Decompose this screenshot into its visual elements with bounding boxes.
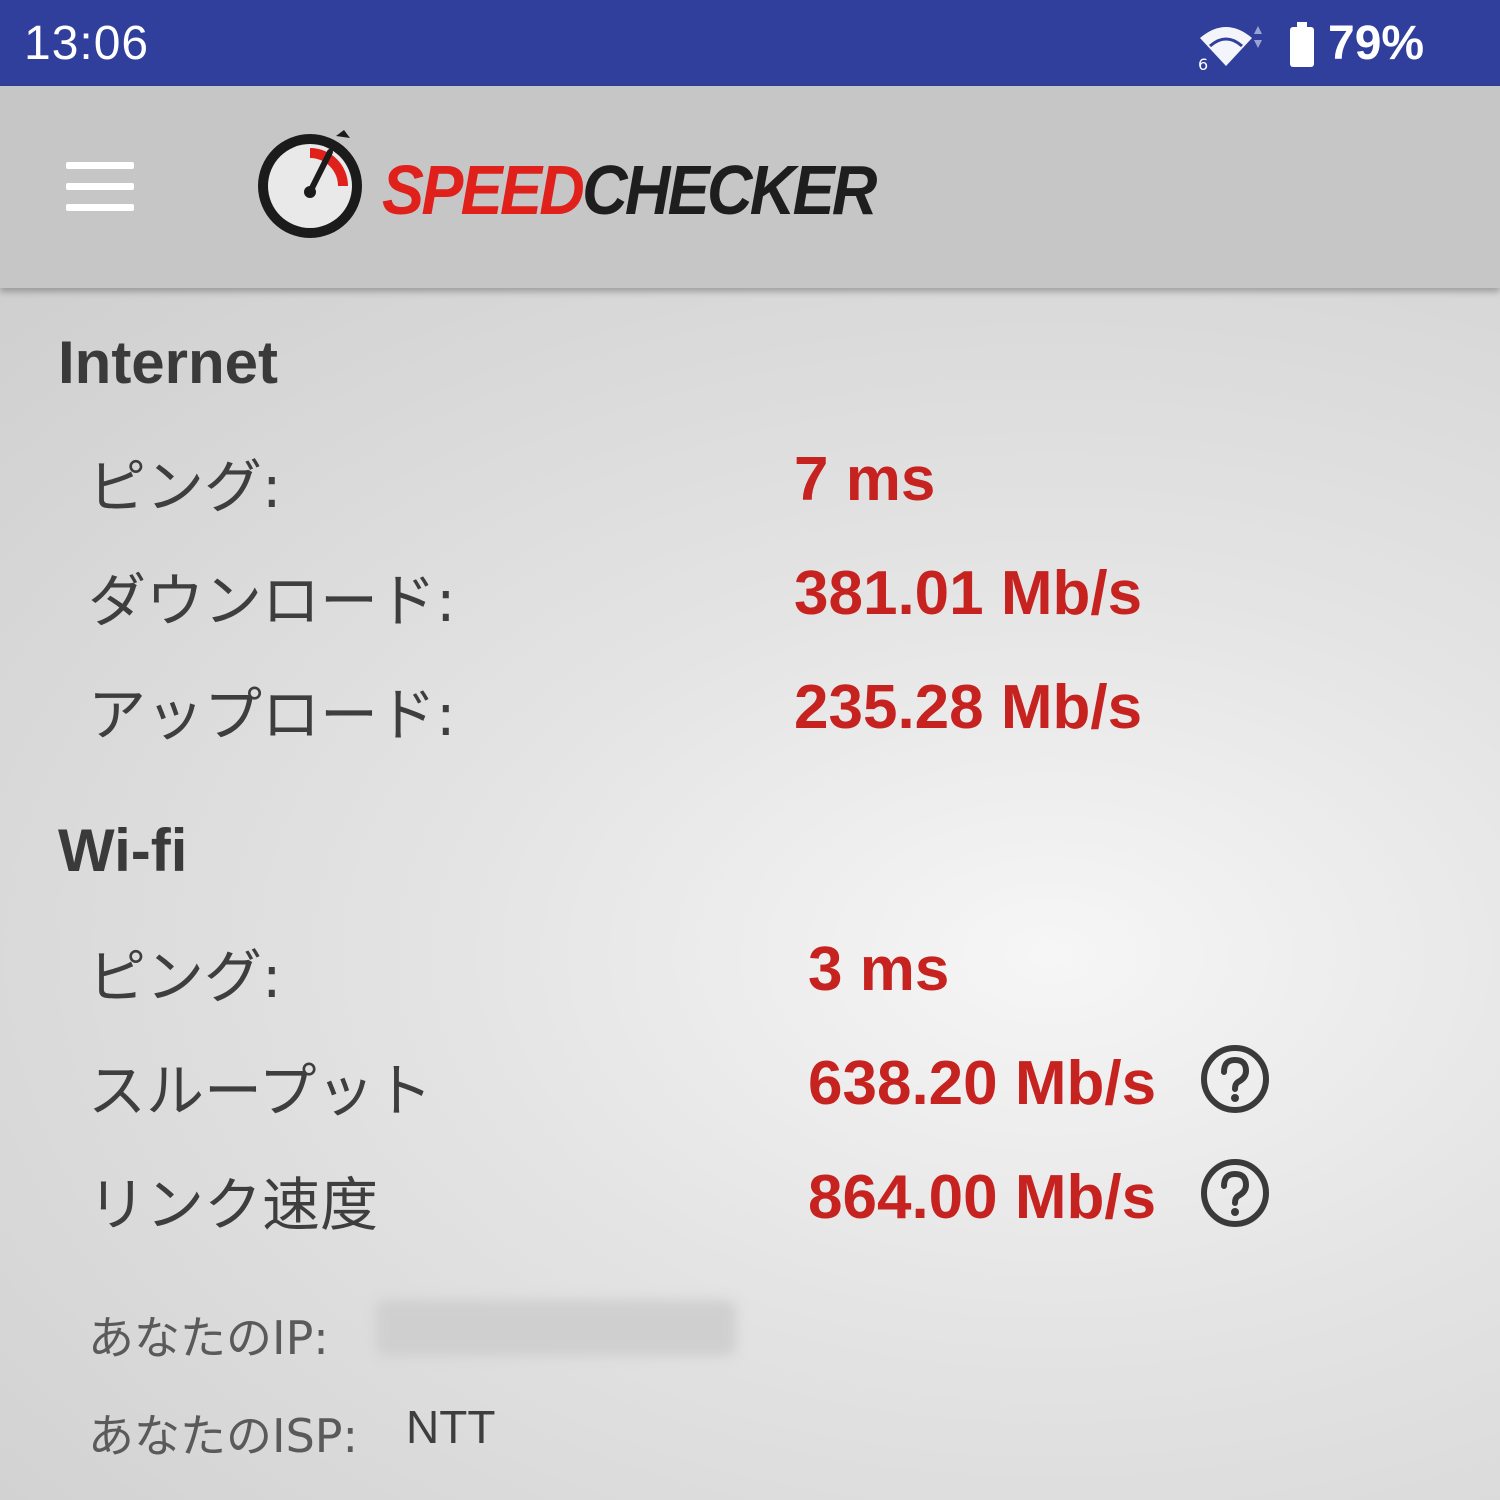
wifi-link-speed-value: 864.00 Mb/s [808, 1163, 1157, 1232]
logo-text-checker: CHECKER [582, 151, 877, 229]
hamburger-menu-icon[interactable] [60, 156, 140, 216]
throughput-help-icon[interactable] [1200, 1044, 1270, 1114]
logo-text-speed: SPEED [382, 151, 585, 229]
wifi-throughput-value: 638.20 Mb/s [808, 1049, 1157, 1118]
isp-label: あなたのISP: [88, 1409, 359, 1463]
battery-percent: 79% [1328, 17, 1425, 70]
speedometer-gauge-icon [258, 130, 362, 238]
logo-text: SPEEDCHECKER [382, 150, 877, 230]
wifi-ping-label: ピング: [88, 943, 282, 1011]
wifi-throughput-label: スループット [88, 1057, 433, 1125]
ip-value-blurred [376, 1300, 736, 1356]
internet-download-value: 381.01 Mb/s [794, 559, 1143, 628]
internet-section-title: Internet [58, 329, 279, 396]
isp-value: NTT [406, 1401, 496, 1453]
wifi-icon: 6 [1198, 26, 1262, 70]
wifi-ping-value: 3 ms [808, 935, 950, 1004]
battery-icon [1290, 22, 1314, 67]
internet-upload-value: 235.28 Mb/s [794, 673, 1143, 742]
internet-upload-label: アップロード: [88, 681, 456, 749]
link-speed-help-icon[interactable] [1200, 1158, 1270, 1228]
wifi-link-speed-label: リンク速度 [88, 1171, 379, 1239]
app-bar: SPEEDCHECKER [0, 86, 1500, 288]
internet-ping-value: 7 ms [794, 445, 936, 514]
internet-ping-label: ピング: [88, 453, 282, 521]
speedchecker-logo: SPEEDCHECKER [254, 130, 877, 242]
internet-download-label: ダウンロード: [88, 567, 456, 635]
results-panel: Internet ピング: 7 ms ダウンロード: 381.01 Mb/s ア… [0, 288, 1500, 1500]
status-time: 13:06 [24, 17, 150, 70]
wifi-section-title: Wi-fi [58, 817, 188, 884]
status-bar: 13:06 6 79% [0, 0, 1500, 86]
ip-label: あなたのIP: [88, 1311, 329, 1365]
svg-text:6: 6 [1198, 55, 1208, 70]
